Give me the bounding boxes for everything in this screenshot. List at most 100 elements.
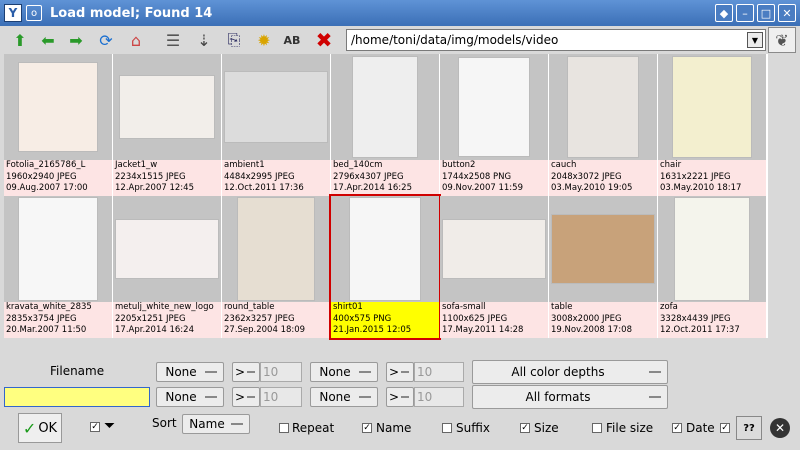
repeat-checkbox[interactable]	[279, 423, 289, 433]
item-dims: 2362x3257 JPEG	[224, 313, 295, 324]
item-name: Jacket1_w	[115, 160, 158, 170]
size-checkbox[interactable]: ✓	[520, 423, 530, 433]
formats-dropdown[interactable]: All formats	[472, 385, 668, 409]
date-label: Date	[686, 421, 715, 435]
tree-view-button[interactable]: ❦	[768, 27, 796, 53]
filename-filter-dropdown[interactable]: None	[156, 362, 224, 382]
close-icon[interactable]: ✕	[770, 418, 790, 438]
home-icon[interactable]: ⌂	[124, 28, 148, 52]
item-date: 19.Nov.2008 17:08	[551, 325, 632, 335]
item-name: cauch	[551, 160, 577, 170]
delete-icon[interactable]: ✖	[312, 28, 336, 52]
thumbnail-item[interactable]: kravata_white_2835 2835x3754 JPEG 20.Mar.2…	[4, 196, 112, 338]
dropdown-value: All color depths	[511, 365, 605, 379]
help-label: ??	[743, 422, 755, 434]
thumbnail-item[interactable]: Fotolia_2165786_L 1960x2940 JPEG 09.Aug.20…	[4, 54, 112, 196]
thumbnail-grid[interactable]: Fotolia_2165786_L 1960x2940 JPEG 09.Aug.20…	[4, 54, 768, 340]
image-settings-icon[interactable]: ✹	[252, 28, 276, 52]
width-compare-dropdown[interactable]: >	[232, 362, 260, 382]
item-dims: 2205x1251 JPEG	[115, 313, 186, 324]
height-filter-dropdown[interactable]: None	[310, 362, 378, 382]
sort-dropdown[interactable]: Name	[182, 414, 250, 434]
thumbnail-item[interactable]: button2 1744x2508 PNG 09.Nov.2007 11:59	[440, 54, 548, 196]
item-dims: 2796x4307 JPEG	[333, 171, 404, 182]
thumbnail-item[interactable]: table 3008x2000 JPEG 19.Nov.2008 17:08	[549, 196, 657, 338]
minimize-window-button[interactable]: –	[736, 4, 754, 22]
file-size-checkbox[interactable]	[592, 423, 602, 433]
item-name: zofa	[660, 302, 678, 312]
item-dims: 1960x2940 JPEG	[6, 171, 77, 182]
filter-icon: ⏷	[104, 418, 116, 434]
item-name: Fotolia_2165786_L	[6, 160, 86, 170]
app-icon[interactable]: Y	[4, 4, 22, 22]
thumbnail-image	[658, 54, 766, 160]
height-value-input[interactable]: 10	[414, 362, 464, 382]
date-compare-dropdown[interactable]: >	[386, 387, 414, 407]
item-name: metulj_white_new_logo	[115, 302, 214, 312]
thumbnail-item[interactable]: cauch 2048x3072 JPEG 03.May.2010 19:05	[549, 54, 657, 196]
size-label: Size	[534, 421, 559, 435]
date-filter-dropdown[interactable]: None	[310, 387, 378, 407]
date-checkbox[interactable]: ✓	[672, 423, 682, 433]
item-name: kravata_white_2835	[6, 302, 92, 312]
window-menu-icon[interactable]: o	[26, 5, 42, 21]
tree-icon: ❦	[775, 30, 789, 50]
up-arrow-icon[interactable]: ⬆	[8, 28, 32, 52]
maximize-window-button[interactable]: □	[757, 4, 775, 22]
item-dims: 400x575 PNG	[333, 313, 392, 324]
thumbnail-item[interactable]: zofa 3328x4439 JPEG 12.Oct.2011 17:37	[658, 196, 766, 338]
file-size-label: File size	[606, 421, 654, 435]
thumbnail-item[interactable]: metulj_white_new_logo 2205x1251 JPEG 17.Ap…	[113, 196, 221, 338]
item-name: shirt01	[333, 302, 363, 312]
dropdown-value: None	[319, 365, 351, 379]
help-button[interactable]: ??	[736, 416, 762, 440]
forward-arrow-icon[interactable]: ➡	[64, 28, 88, 52]
ok-button[interactable]: ✓ OK	[18, 413, 62, 443]
extra-checkbox[interactable]: ✓	[720, 423, 730, 433]
thumbnail-image	[549, 54, 657, 160]
back-arrow-icon[interactable]: ⬅	[36, 28, 60, 52]
preview-icon[interactable]: ⎘	[222, 28, 246, 52]
thumbnail-image	[4, 196, 112, 302]
name-checkbox[interactable]: ✓	[362, 423, 372, 433]
dropdown-value: All formats	[525, 390, 591, 404]
list-view-icon[interactable]: ☰	[158, 28, 188, 52]
sort-down-icon[interactable]: ⇣	[192, 28, 216, 52]
item-date: 20.Mar.2007 11:50	[6, 325, 87, 335]
chevron-down-icon[interactable]: ▼	[747, 32, 763, 48]
thumbnail-item[interactable]: round_table 2362x3257 JPEG 27.Sep.2004 18:…	[222, 196, 330, 338]
rename-icon[interactable]: AB	[280, 28, 304, 52]
filter-enable-checkbox[interactable]: ✓	[90, 422, 100, 432]
size-value-input[interactable]: 10	[260, 387, 302, 407]
close-window-button[interactable]: ✕	[778, 4, 796, 22]
item-date: 12.Oct.2011 17:37	[660, 325, 740, 335]
thumbnail-item[interactable]: ambient1 4484x2995 JPEG 12.Oct.2011 17:36	[222, 54, 330, 196]
thumbnail-item[interactable]: sofa-small 1100x625 JPEG 17.May.2011 14:28	[440, 196, 548, 338]
suffix-checkbox[interactable]	[442, 423, 452, 433]
filename-input[interactable]	[4, 387, 150, 407]
date-value-input[interactable]: 10	[414, 387, 464, 407]
name-label: Name	[376, 421, 412, 435]
item-dims: 4484x2995 JPEG	[224, 171, 295, 182]
item-date: 17.May.2011 14:28	[442, 325, 524, 335]
item-dims: 1631x2221 JPEG	[660, 171, 731, 182]
item-dims: 3328x4439 JPEG	[660, 313, 731, 324]
item-dims: 2835x3754 JPEG	[6, 313, 77, 324]
size-filter-dropdown[interactable]: None	[156, 387, 224, 407]
thumbnail-item[interactable]: bed_140cm 2796x4307 JPEG 17.Apr.2014 16:25	[331, 54, 439, 196]
size-compare-dropdown[interactable]: >	[232, 387, 260, 407]
width-value-input[interactable]: 10	[260, 362, 302, 382]
repeat-label: Repeat	[292, 421, 335, 435]
shade-window-button[interactable]: ◆	[715, 4, 733, 22]
window-title: Load model; Found 14	[50, 5, 213, 21]
check-icon: ✓	[22, 418, 37, 438]
path-dropdown[interactable]: /home/toni/data/img/models/video ▼	[346, 29, 766, 51]
height-compare-dropdown[interactable]: >	[386, 362, 414, 382]
thumbnail-image	[549, 196, 657, 302]
thumbnail-item[interactable]: Jacket1_w 2234x1515 JPEG 12.Apr.2007 12:45	[113, 54, 221, 196]
color-depth-dropdown[interactable]: All color depths	[472, 360, 668, 384]
thumbnail-item[interactable]: chair 1631x2221 JPEG 03.May.2010 18:17	[658, 54, 766, 196]
thumbnail-item-selected[interactable]: shirt01 400x575 PNG 21.Jan.2015 12:05	[329, 194, 441, 340]
item-dims: 1744x2508 PNG	[442, 171, 512, 182]
refresh-icon[interactable]: ⟳	[94, 28, 118, 52]
